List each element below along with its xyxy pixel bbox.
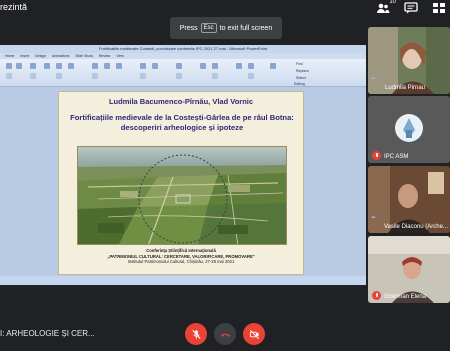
participant-name: IPC ASM	[384, 154, 409, 160]
ppt-replace: Replace	[296, 69, 309, 73]
conference-info: Conferința Științifică Internațională „P…	[59, 248, 303, 265]
toast-rest-text: to exit full screen	[219, 24, 273, 32]
ppt-editing: Editing	[294, 82, 305, 86]
participant-tile[interactable]: IPC ASM	[368, 96, 450, 163]
hang-up-icon	[220, 333, 230, 337]
participant-video	[368, 27, 450, 94]
participant-name: Vasile Diaconu (Arche...	[384, 224, 448, 230]
ppt-tab: Design	[35, 54, 47, 58]
ppt-tab: Review	[98, 54, 111, 58]
slide-title-line-1: Fortificațiile medievale de la Costești-…	[70, 113, 294, 122]
participants-count: 10	[389, 0, 396, 5]
ppt-tab: Animations	[52, 54, 70, 58]
screen: { "top_bar": { "presenter_label": "rezin…	[0, 0, 450, 351]
shared-screen: Fortificatiile medievale Costesti_cuvunt…	[0, 45, 366, 285]
participant-video	[368, 166, 450, 233]
presenting-label: rezintă	[0, 2, 28, 12]
meeting-title[interactable]: I: ARHEOLOGIE ȘI CER...	[0, 329, 95, 338]
mic-off-icon	[191, 329, 201, 339]
slide-title-line-2: descoperiri arheologice și ipoteze	[120, 122, 244, 132]
slide-title: Fortificațiile medievale de la Costești-…	[65, 113, 299, 132]
ppt-tab: Home	[5, 54, 15, 58]
ppt-tab: Slide Show	[75, 54, 93, 58]
participant-tile[interactable]: ▪▪▪ Ludmila Pirnau	[368, 27, 450, 94]
top-toolbar: 10	[376, 0, 446, 14]
muted-mic-icon	[372, 151, 381, 160]
ppt-tab: Insert	[20, 54, 30, 58]
meeting-controls-bar: I: ARHEOLOGIE ȘI CER...	[0, 315, 450, 351]
participant-tile[interactable]: ▪▪▪ Vasile Diaconu (Arche...	[368, 166, 450, 233]
toast-press-text: Press	[179, 24, 198, 32]
ppt-find: Find	[296, 62, 303, 66]
participant-tile[interactable]: Gherman Elena	[368, 236, 450, 303]
participant-name: Ludmila Pirnau	[385, 85, 426, 91]
camera-off-icon	[249, 329, 259, 339]
slide-authors: Ludmila Bacumenco-Pîrnău, Vlad Vornic	[108, 97, 254, 106]
microphone-toggle-button[interactable]	[185, 323, 207, 345]
people-icon[interactable]: 10	[376, 0, 396, 14]
speaking-indicator: ▪▪▪	[371, 76, 376, 82]
leave-call-button[interactable]	[214, 323, 236, 345]
ppt-select: Select	[296, 76, 306, 80]
ppt-window-title: Fortificatiile medievale Costesti_cuvunt…	[0, 45, 366, 53]
conference-venue: Institutul Patrimoniului Cultural, Chiși…	[127, 259, 235, 265]
ppt-status-bar	[0, 276, 366, 285]
muted-mic-icon	[372, 291, 381, 300]
ppt-ribbon: Find Replace Select Editing	[0, 59, 366, 87]
slide: Ludmila Bacumenco-Pîrnău, Vlad Vornic Fo…	[58, 91, 304, 275]
ppt-tab: View	[116, 54, 124, 58]
aerial-photo	[77, 146, 287, 245]
activities-icon[interactable]	[432, 2, 446, 14]
esc-key-badge: Esc	[200, 23, 217, 33]
speaking-indicator: ▪▪▪	[371, 215, 376, 221]
exit-fullscreen-toast: Press Esc to exit full screen	[170, 17, 282, 39]
camera-toggle-button[interactable]	[243, 323, 265, 345]
chat-icon[interactable]	[404, 2, 418, 14]
participant-name: Gherman Elena	[384, 294, 427, 300]
